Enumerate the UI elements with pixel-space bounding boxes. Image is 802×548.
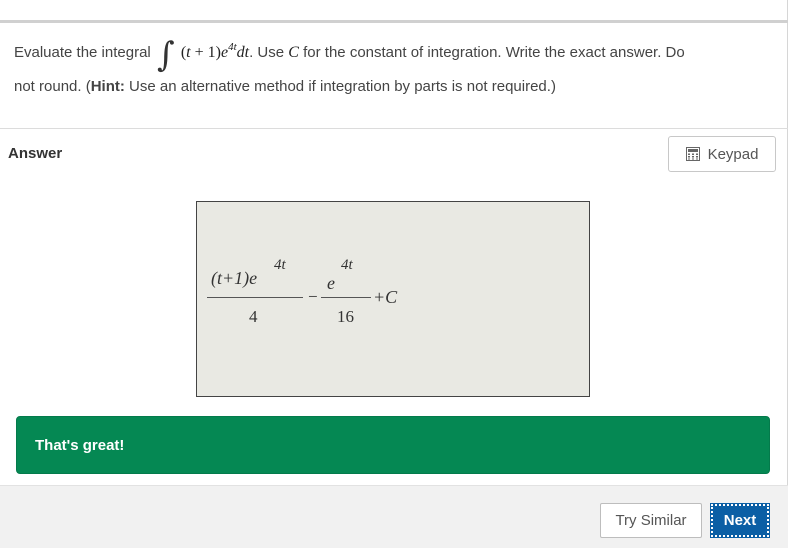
term1-exponent: 4t — [274, 257, 286, 273]
answer-input-box[interactable]: (t+1)e 4t 4 − e 4t 16 +C — [196, 201, 590, 397]
question-mid: . Use — [249, 44, 285, 61]
calculator-icon — [685, 147, 700, 161]
integrand-exponent: 4t — [228, 41, 237, 53]
next-button[interactable]: Next — [710, 503, 770, 538]
keypad-label: Keypad — [707, 145, 759, 163]
section-divider — [0, 128, 788, 129]
term2-numerator: e — [327, 273, 335, 293]
question-prefix: Evaluate the integral — [14, 44, 151, 61]
term2-fraction-bar — [321, 297, 371, 298]
question-suffix: for the constant of integration. Write t… — [303, 44, 685, 61]
term2-exponent: 4t — [341, 257, 353, 273]
feedback-text: That's great! — [35, 437, 125, 454]
term1-numerator: (t+1)e — [211, 268, 258, 288]
term1-fraction-bar — [207, 297, 303, 298]
top-border — [0, 20, 788, 23]
hint-label: Hint: — [90, 78, 125, 95]
answer-label: Answer — [8, 145, 63, 162]
feedback-banner: That's great! — [16, 416, 770, 474]
constant-symbol: C — [288, 44, 299, 61]
differential: dt — [236, 44, 250, 61]
term1-denominator: 4 — [249, 307, 258, 326]
question-text: Evaluate the integral ∫ (t + 1)e4tdt. Us… — [14, 30, 774, 104]
plus-constant: +C — [373, 287, 398, 307]
minus-sign: − — [308, 287, 318, 306]
hint-text: Use an alternative method if integration… — [129, 78, 556, 95]
try-similar-button[interactable]: Try Similar — [600, 503, 702, 538]
term2-denominator: 16 — [337, 307, 354, 326]
integrand: (t + 1)e4tdt — [180, 41, 250, 61]
keypad-button[interactable]: Keypad — [668, 136, 776, 172]
question-line2-start: not round. ( — [14, 78, 91, 95]
integral-sign-icon: ∫ — [156, 35, 175, 75]
